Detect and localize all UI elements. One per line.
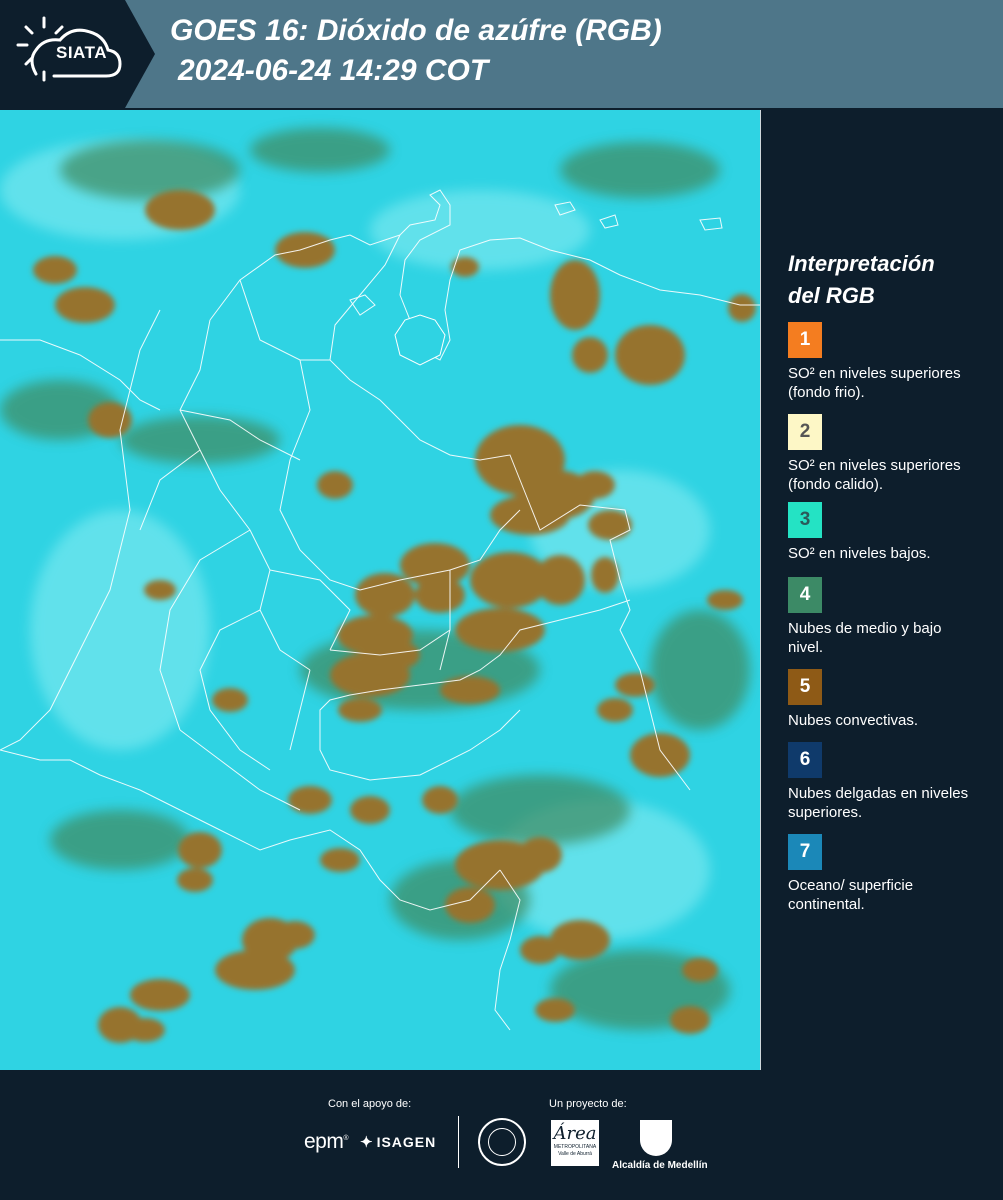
so2-rgb-image	[0, 110, 760, 1070]
isagen-logo-text: ISAGEN	[376, 1134, 437, 1150]
legend: Interpretación del RGB 1 SO² en niveles …	[788, 248, 993, 914]
timestamp: 2024-06-24 14:29 COT	[178, 54, 489, 87]
legend-swatch: 7	[788, 834, 822, 870]
legend-items: 1 SO² en niveles superiores (fondo frio)…	[788, 322, 993, 914]
page-title: GOES 16: Dióxido de azúfre (RGB)	[170, 14, 662, 47]
legend-item: 1 SO² en niveles superiores (fondo frio)…	[788, 322, 993, 402]
legend-swatch: 2	[788, 414, 822, 450]
legend-description: SO² en niveles superiores (fondo calido)…	[788, 457, 961, 493]
legend-swatch: 4	[788, 577, 822, 613]
legend-number: 1	[799, 329, 811, 350]
project-caption: Un proyecto de:	[549, 1098, 627, 1110]
medellin-label: Alcaldía de Medellín	[612, 1160, 708, 1171]
legend-number: 7	[799, 841, 811, 862]
legend-swatch: 1	[788, 322, 822, 358]
legend-item: 4 Nubes de medio y bajo nivel.	[788, 577, 993, 657]
epm-logo[interactable]: epm®	[304, 1130, 348, 1154]
footer: Con el apoyo de: Un proyecto de: epm® ✦ I…	[0, 1070, 1003, 1200]
legend-description: Nubes delgadas en niveles superiores.	[788, 785, 969, 821]
isagen-logo[interactable]: ✦ ISAGEN	[360, 1133, 436, 1151]
legend-number: 4	[799, 584, 811, 605]
legend-description: Oceano/ superficie continental.	[788, 877, 914, 913]
footer-divider	[458, 1116, 459, 1168]
legend-number: 5	[799, 676, 811, 697]
legend-description: Nubes de medio y bajo nivel.	[788, 620, 942, 656]
legend-description: Nubes convectivas.	[788, 712, 919, 729]
legend-number: 6	[799, 749, 811, 770]
legend-item: 7 Oceano/ superficie continental.	[788, 834, 993, 914]
support-caption: Con el apoyo de:	[328, 1098, 412, 1110]
registered-mark-icon: ®	[343, 1135, 349, 1142]
legend-number: 2	[799, 421, 811, 442]
epm-logo-text: epm	[304, 1130, 344, 1153]
area-metropolitana-logo[interactable]: Área METROPOLITANA Valle de Aburrá	[551, 1120, 599, 1166]
legend-swatch: 6	[788, 742, 822, 778]
legend-title: Interpretación del RGB	[788, 251, 935, 308]
siata-logo-panel[interactable]: SIATA	[0, 0, 155, 108]
medellin-shield-icon[interactable]	[640, 1120, 672, 1156]
legend-item: 2 SO² en niveles superiores (fondo calid…	[788, 414, 993, 494]
legend-item: 6 Nubes delgadas en niveles superiores.	[788, 742, 993, 822]
isagen-star-icon: ✦	[360, 1134, 374, 1151]
legend-item: 3 SO² en niveles bajos.	[788, 502, 993, 563]
header-bar: SIATA GOES 16: Dióxido de azúfre (RGB) 2…	[0, 0, 1003, 108]
legend-swatch: 3	[788, 502, 822, 538]
seal-emblem-icon	[488, 1128, 516, 1156]
siata-logo-text: SIATA	[56, 43, 107, 62]
legend-description: SO² en niveles superiores (fondo frio).	[788, 365, 961, 401]
area-logo-script: Área	[553, 1123, 597, 1144]
legend-item: 5 Nubes convectivas.	[788, 669, 993, 730]
area-logo-subtitle: METROPOLITANA Valle de Aburrá	[553, 1144, 597, 1157]
legend-swatch: 5	[788, 669, 822, 705]
satellite-map[interactable]	[0, 110, 761, 1070]
university-seal-logo[interactable]	[478, 1118, 526, 1166]
legend-description: SO² en niveles bajos.	[788, 545, 931, 562]
legend-number: 3	[799, 509, 811, 530]
